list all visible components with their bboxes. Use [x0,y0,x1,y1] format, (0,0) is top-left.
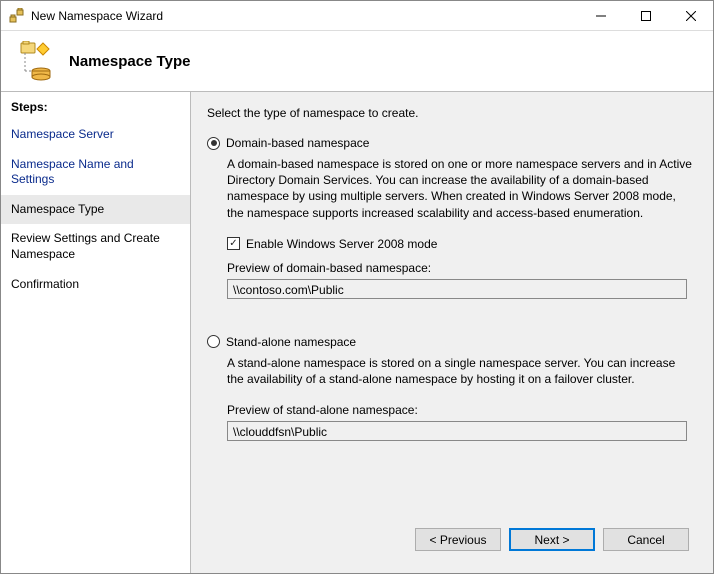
preview-standalone-value: \\clouddfsn\Public [227,421,687,441]
option-domain-based-label: Domain-based namespace [226,136,369,150]
steps-sidebar: Steps: Namespace Server Namespace Name a… [1,92,191,573]
wizard-header: Namespace Type [1,31,713,91]
step-namespace-type[interactable]: Namespace Type [1,195,190,225]
step-review[interactable]: Review Settings and Create Namespace [1,224,190,269]
step-confirmation[interactable]: Confirmation [1,270,190,300]
minimize-button[interactable] [578,1,623,30]
next-button[interactable]: Next > [509,528,595,551]
maximize-button[interactable] [623,1,668,30]
namespace-icon [15,41,55,81]
step-namespace-server[interactable]: Namespace Server [1,120,190,150]
option-domain-based[interactable]: Domain-based namespace [207,136,693,150]
checkbox-ws2008-label: Enable Windows Server 2008 mode [246,237,437,251]
option-domain-based-desc: A domain-based namespace is stored on on… [227,156,693,221]
close-button[interactable] [668,1,713,30]
button-bar: < Previous Next > Cancel [207,518,693,563]
radio-domain-based-icon [207,137,220,150]
preview-standalone-label: Preview of stand-alone namespace: [227,403,693,417]
checkbox-ws2008-mode[interactable]: Enable Windows Server 2008 mode [227,237,693,251]
wizard-window: New Namespace Wizard [0,0,714,574]
preview-domain-label: Preview of domain-based namespace: [227,261,693,275]
instruction-text: Select the type of namespace to create. [207,106,693,120]
step-namespace-name[interactable]: Namespace Name and Settings [1,150,190,195]
titlebar: New Namespace Wizard [1,1,713,31]
page-title: Namespace Type [69,53,190,70]
checkbox-ws2008-icon [227,237,240,250]
option-standalone-label: Stand-alone namespace [226,335,356,349]
content-area: Select the type of namespace to create. … [191,92,713,573]
cancel-button[interactable]: Cancel [603,528,689,551]
window-title: New Namespace Wizard [31,9,578,23]
app-icon [9,8,25,24]
preview-domain-value: \\contoso.com\Public [227,279,687,299]
option-standalone-desc: A stand-alone namespace is stored on a s… [227,355,693,387]
radio-standalone-icon [207,335,220,348]
previous-button[interactable]: < Previous [415,528,501,551]
option-standalone[interactable]: Stand-alone namespace [207,335,693,349]
steps-heading: Steps: [1,96,190,120]
